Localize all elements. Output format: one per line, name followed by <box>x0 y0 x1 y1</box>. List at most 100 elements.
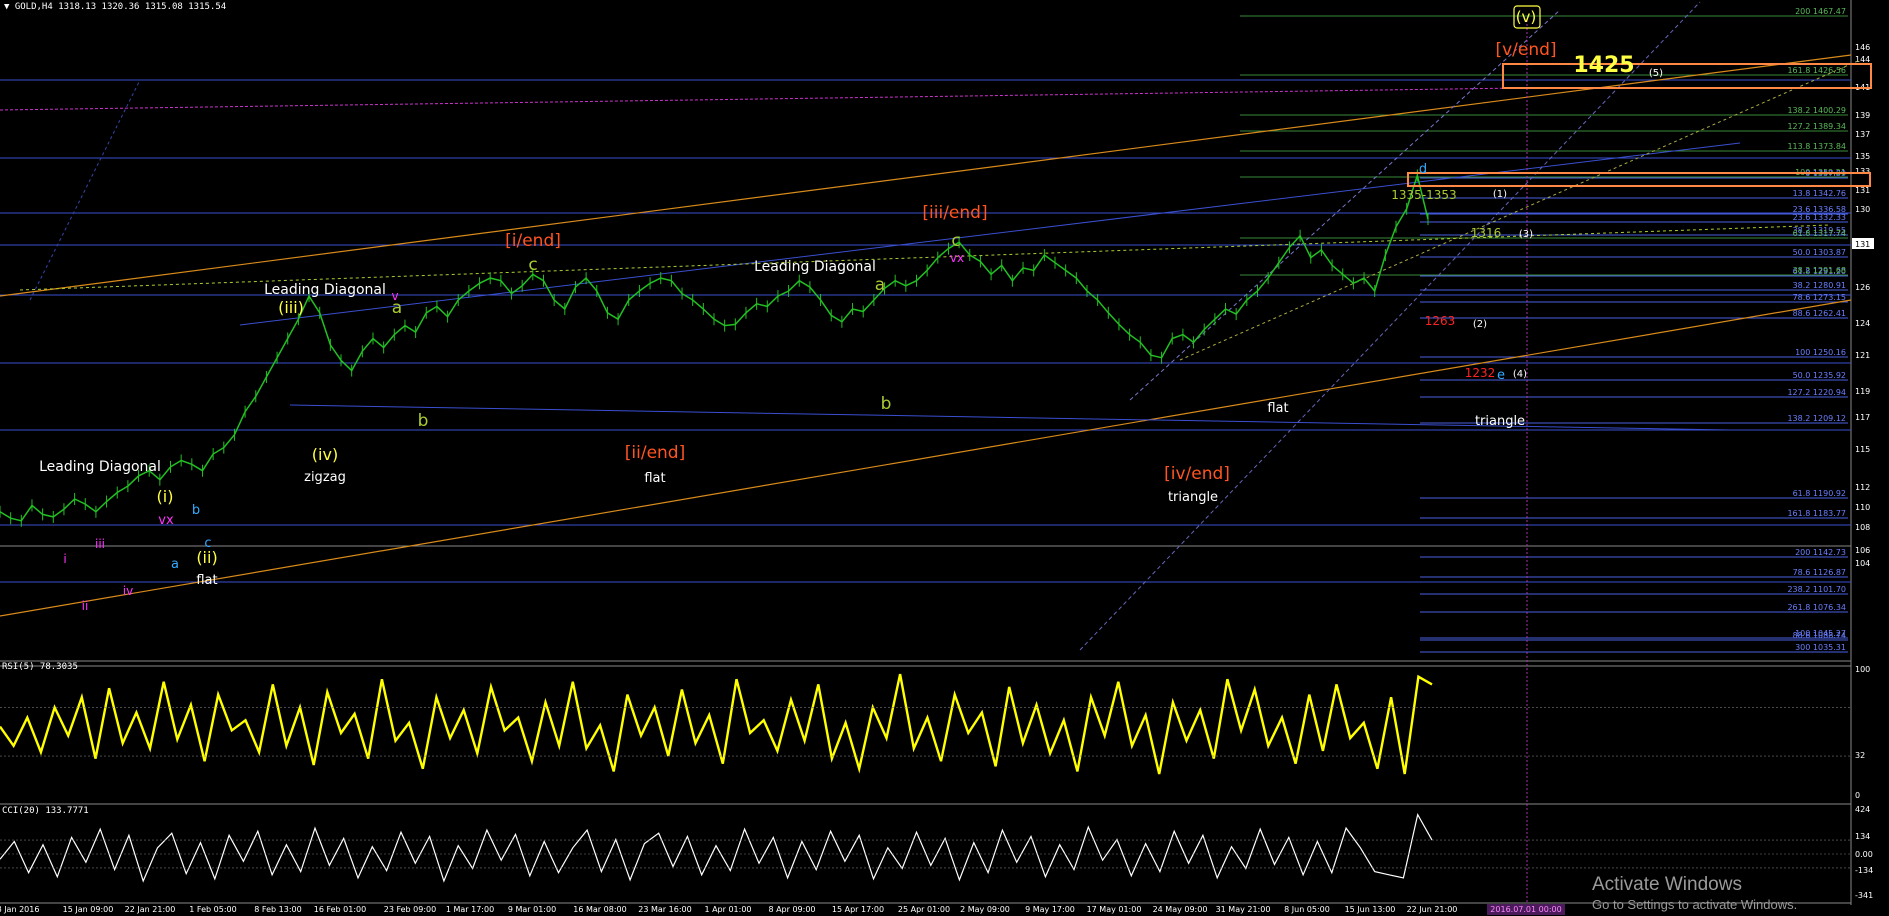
fib-level-label: 127.2 1220.94 <box>1787 388 1846 397</box>
wave-label: (i) <box>157 487 174 506</box>
wave-label: (2) <box>1473 319 1487 330</box>
wave-label: [v/end] <box>1495 40 1556 60</box>
x-axis-tick: 8 Jun 05:00 <box>1284 905 1330 914</box>
x-axis-tick: 2 May 09:00 <box>960 905 1010 914</box>
rsi-axis-tick: 100 <box>1855 665 1870 674</box>
x-axis-tick: 25 Apr 01:00 <box>898 905 950 914</box>
fib-level-label: 238.2 1101.70 <box>1787 585 1846 594</box>
wave-label: 1425 <box>1573 53 1634 78</box>
activation-watermark-subtitle: Go to Settings to activate Windows. <box>1592 897 1798 912</box>
cci-axis-tick: -134 <box>1855 866 1873 875</box>
y-axis-tick: 146 <box>1855 43 1870 52</box>
x-axis-tick: 23 Mar 16:00 <box>638 905 691 914</box>
wave-label: (4) <box>1513 369 1527 380</box>
background <box>0 0 1889 916</box>
x-axis-tick: 8 Apr 09:00 <box>768 905 815 914</box>
wave-label: 1263 <box>1425 314 1456 328</box>
symbol-header: ▼ GOLD,H4 1318.13 1320.36 1315.08 1315.5… <box>4 2 226 12</box>
x-axis-tick: 23 Feb 09:00 <box>384 905 436 914</box>
y-axis-tick: 144 <box>1855 55 1870 64</box>
cci-axis-tick: 134 <box>1855 832 1870 841</box>
fib-level-label: 138.2 1209.12 <box>1787 414 1846 423</box>
fib-level-label: 13.8 1342.76 <box>1793 189 1846 198</box>
y-axis-tick: 119 <box>1855 387 1870 396</box>
x-axis-tick: 8 Feb 13:00 <box>254 905 301 914</box>
y-axis-tick: 135 <box>1855 152 1870 161</box>
rsi-axis-tick: 0 <box>1855 791 1860 800</box>
y-axis-tick: 133 <box>1855 167 1870 176</box>
wave-label: b <box>418 411 429 431</box>
wave-label: iv <box>123 584 133 598</box>
fib-level-label: 38.2 1291.68 <box>1793 266 1846 275</box>
y-axis-tick: 106 <box>1855 546 1870 555</box>
cci-axis-tick: -341 <box>1855 891 1873 900</box>
wave-label: [ii/end] <box>625 443 685 463</box>
price-marker-label: 131 <box>1855 240 1870 249</box>
fib-level-label: 38.2 1280.91 <box>1793 281 1846 290</box>
fib-level-label: 100 1045.27 <box>1795 629 1846 638</box>
wave-label: (5) <box>1649 68 1663 79</box>
cci-header: CCI(20) 133.7771 <box>2 806 89 816</box>
fib-level-label: 88.6 1262.41 <box>1793 309 1846 318</box>
x-axis-tick: 24 May 09:00 <box>1153 905 1208 914</box>
y-axis-tick: 121 <box>1855 351 1870 360</box>
fib-level-label: 161.8 1183.77 <box>1787 509 1846 518</box>
fib-level-label: 300 1035.31 <box>1795 643 1846 652</box>
fib-level-label: 61.8 1317.74 <box>1793 229 1846 238</box>
x-axis-tick: 8 Jan 2016 <box>0 905 39 914</box>
fib-level-label: 50.0 1303.87 <box>1793 248 1846 257</box>
wave-label: e <box>1497 368 1505 383</box>
x-axis-tick: 16 Mar 08:00 <box>573 905 626 914</box>
x-axis-tick: 9 Mar 01:00 <box>508 905 556 914</box>
fib-level-label: 23.6 1332.33 <box>1793 213 1846 222</box>
cci-axis-tick: 0.00 <box>1855 850 1873 859</box>
y-axis-tick: 115 <box>1855 445 1870 454</box>
wave-label: (iv) <box>312 445 338 464</box>
wave-label: flat <box>644 471 665 486</box>
wave-label: a <box>171 557 179 572</box>
fib-level-label: 113.8 1373.84 <box>1787 142 1846 151</box>
fib-level-label: 100 1250.16 <box>1795 348 1846 357</box>
rsi-axis-tick: 32 <box>1855 751 1865 760</box>
x-axis-tick: 31 May 21:00 <box>1216 905 1271 914</box>
wave-label: b <box>881 394 892 414</box>
y-axis-tick: 108 <box>1855 523 1870 532</box>
x-axis-tick: 9 May 17:00 <box>1025 905 1075 914</box>
wave-label: Leading Diagonal <box>754 259 876 275</box>
price-chart[interactable]: 1461441411391371351331311301281261241211… <box>0 0 1889 916</box>
y-axis-tick: 112 <box>1855 483 1870 492</box>
x-axis-tick: 15 Jan 09:00 <box>63 905 114 914</box>
wave-label: (v) <box>1516 8 1537 26</box>
fib-level-label: 61.8 1190.92 <box>1793 489 1846 498</box>
x-axis-tick: 22 Jun 21:00 <box>1407 905 1458 914</box>
wave-label: i <box>63 552 66 566</box>
wave-label: (iii) <box>278 298 304 317</box>
wave-label: c <box>204 536 211 551</box>
dropdown-triangle-icon[interactable]: ▼ <box>4 2 9 12</box>
trading-chart-window: 1461441411391371351331311301281261241211… <box>0 0 1889 916</box>
fib-level-label: 78.6 1126.87 <box>1793 568 1846 577</box>
wave-label: [i/end] <box>505 231 561 251</box>
x-axis-tick: 1 Apr 01:00 <box>704 905 751 914</box>
wave-label: 1232 <box>1465 366 1496 380</box>
y-axis-tick: 104 <box>1855 559 1870 568</box>
y-axis-tick: 137 <box>1855 130 1870 139</box>
wave-label: (3) <box>1519 229 1533 240</box>
y-axis-tick: 131 <box>1855 186 1870 195</box>
x-axis-tick: 1 Feb 05:00 <box>189 905 236 914</box>
wave-label: flat <box>196 573 217 588</box>
x-axis-tick: 17 May 01:00 <box>1087 905 1142 914</box>
wave-label: v <box>391 289 398 303</box>
x-axis-tick: 22 Jan 21:00 <box>125 905 176 914</box>
wave-label: triangle <box>1168 490 1218 505</box>
wave-label: Leading Diagonal <box>39 459 161 475</box>
wave-label: vx <box>950 251 964 265</box>
wave-label: iii <box>95 537 105 551</box>
wave-label: b <box>192 503 200 518</box>
fib-level-label: 127.2 1389.34 <box>1787 122 1846 131</box>
wave-label: zigzag <box>304 470 346 485</box>
x-axis-tick: 15 Jun 13:00 <box>1345 905 1396 914</box>
y-axis-tick: 117 <box>1855 413 1870 422</box>
fib-level-label: 161.8 1426.56 <box>1787 66 1846 75</box>
wave-label: a <box>875 275 885 295</box>
